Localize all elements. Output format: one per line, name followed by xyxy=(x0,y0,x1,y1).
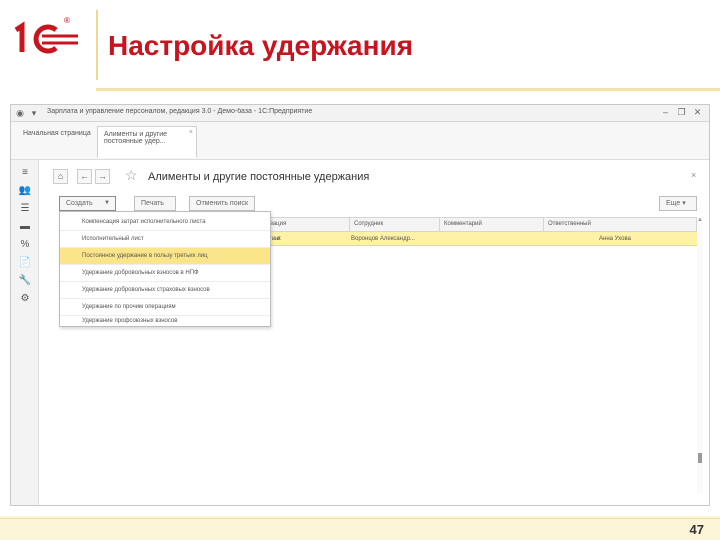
menu-icon[interactable]: ▾ xyxy=(29,108,39,118)
header-rule xyxy=(96,88,720,91)
menu-item-selected[interactable]: Постоянное удержание в пользу третьих ли… xyxy=(60,248,270,265)
titlebar-controls: – ❐ ✕ xyxy=(660,107,703,118)
tabs-bar: Начальная страница Алименты и другие пос… xyxy=(11,122,709,160)
menu-item[interactable]: Удержание добровольных взносов в НПФ xyxy=(60,265,270,282)
menu-item[interactable]: Удержание по прочим операциям xyxy=(60,299,270,316)
wrench-icon[interactable]: 🔧 xyxy=(18,274,32,288)
create-dropdown-menu: Компенсация затрат исполнительного листа… xyxy=(59,211,271,327)
menu-item[interactable]: Удержание профсоюзных взносов xyxy=(60,315,270,328)
cancel-search-button[interactable]: Отменить поиск xyxy=(189,196,255,211)
menu-item[interactable]: Исполнительный лист xyxy=(60,231,270,248)
sections-panel: ≡ 👥 ☰ ▬ % 📄 🔧 ⚙ xyxy=(11,160,39,505)
chevron-down-icon: ▼ xyxy=(104,200,110,206)
scrollbar[interactable] xyxy=(697,217,703,493)
more-button[interactable]: Еще ▾ xyxy=(659,196,697,211)
cell-employee: Воронцов Александр... xyxy=(351,236,415,242)
create-button[interactable]: Создать ▼ xyxy=(59,196,116,211)
app-window: ◉ ▾ Зарплата и управление персоналом, ре… xyxy=(10,104,710,506)
form-content: ⌂ ← → ☆ Алименты и другие постоянные уде… xyxy=(39,160,709,505)
scroll-thumb[interactable] xyxy=(698,453,702,463)
print-button[interactable]: Печать xyxy=(134,196,176,211)
minimize-icon[interactable]: – xyxy=(660,107,671,118)
forward-icon[interactable]: → xyxy=(95,169,110,184)
percent-icon[interactable]: % xyxy=(18,238,32,252)
scroll-up-icon[interactable]: ▲ xyxy=(697,217,703,223)
main-menu-icon[interactable]: ≡ xyxy=(18,166,32,180)
window-title: Зарплата и управление персоналом, редакц… xyxy=(47,108,313,115)
home-icon[interactable]: ⌂ xyxy=(53,169,68,184)
page-number: 47 xyxy=(689,522,704,537)
menu-item[interactable]: Компенсация затрат исполнительного листа xyxy=(60,214,270,231)
registered-icon: ® xyxy=(64,16,70,25)
column-responsible[interactable]: Ответственный xyxy=(544,218,696,231)
more-label: Еще xyxy=(666,200,681,207)
staff-icon[interactable]: 👥 xyxy=(18,184,32,198)
favorite-star-icon[interactable]: ☆ xyxy=(125,167,138,184)
window-titlebar: ◉ ▾ Зарплата и управление персоналом, ре… xyxy=(11,105,709,122)
payroll-icon[interactable]: ▬ xyxy=(18,220,32,234)
tab-close-icon[interactable]: × xyxy=(189,129,193,136)
table-header: Организация Сотрудник Комментарий Ответс… xyxy=(245,217,697,232)
logo-1c-icon xyxy=(14,21,78,54)
column-comment[interactable]: Комментарий xyxy=(440,218,544,231)
form-close-icon[interactable]: × xyxy=(691,170,696,180)
header-divider xyxy=(96,10,98,80)
close-icon[interactable]: ✕ xyxy=(692,107,703,118)
tab-home[interactable]: Начальная страница xyxy=(17,126,97,158)
app-logo-icon[interactable]: ◉ xyxy=(15,108,25,118)
footer-line xyxy=(0,518,720,519)
tab-alimony[interactable]: Алименты и другие постоянные удер... × xyxy=(97,126,197,158)
column-employee[interactable]: Сотрудник xyxy=(350,218,440,231)
form-title: Алименты и другие постоянные удержания xyxy=(148,171,370,183)
list-icon[interactable]: ☰ xyxy=(18,202,32,216)
slide-title: Настройка удержания xyxy=(108,30,414,61)
tab-label: Алименты и другие постоянные удер... xyxy=(104,131,168,145)
gear-icon[interactable]: ⚙ xyxy=(18,292,32,306)
footer-band xyxy=(0,516,720,540)
report-icon[interactable]: 📄 xyxy=(18,256,32,270)
slide-header: ® Настройка удержания xyxy=(0,0,720,92)
create-label: Создать xyxy=(66,200,93,207)
cell-responsible: Анна Ухова xyxy=(599,236,631,242)
back-icon[interactable]: ← xyxy=(77,169,92,184)
menu-item[interactable]: Удержание добровольных страховых взносов xyxy=(60,282,270,299)
restore-icon[interactable]: ❐ xyxy=(676,107,687,118)
